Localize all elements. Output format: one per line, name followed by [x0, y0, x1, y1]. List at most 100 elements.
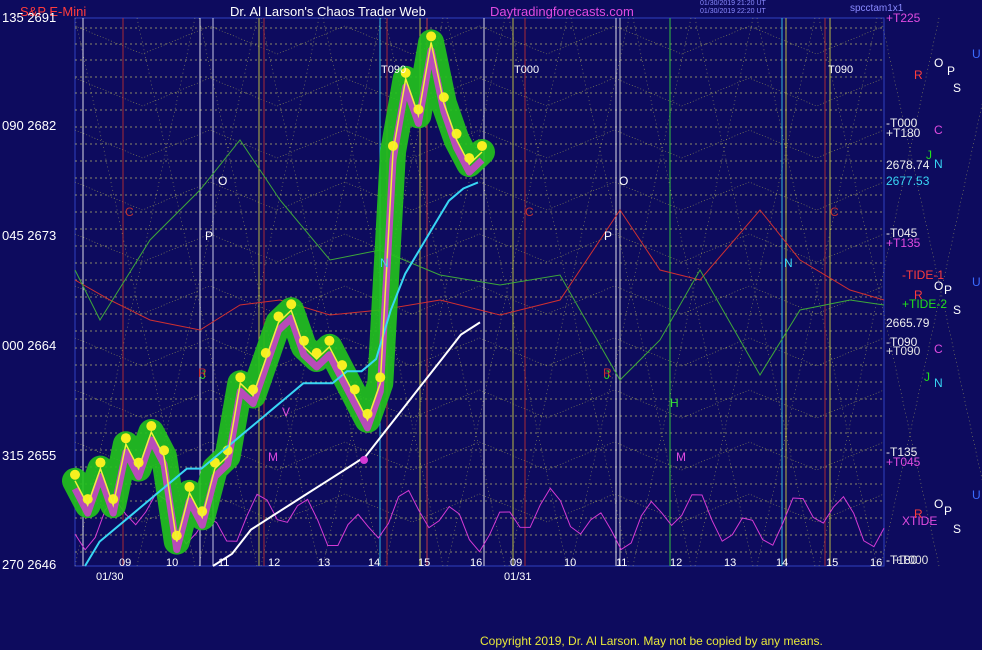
x-tick-label: 01/30	[96, 571, 124, 583]
planet-letter: O	[218, 174, 228, 188]
chart-label-t090b: T090	[828, 64, 854, 76]
right-label-t225: +T225	[886, 11, 921, 25]
zigzag-line	[74, 337, 885, 367]
price-dot	[235, 372, 246, 383]
planet-letter: R	[914, 507, 923, 521]
x-tick-label: 14	[368, 557, 381, 569]
x-tick-label: 12	[670, 557, 683, 569]
zigzag-line	[74, 233, 885, 263]
planet-letter: C	[934, 342, 943, 356]
right-label-t000b: +T000	[894, 553, 929, 567]
right-label-t090b: +T090	[886, 344, 921, 358]
planet-letter: R	[914, 288, 923, 302]
planet-letter: R	[603, 366, 612, 380]
planet-letter: S	[953, 303, 962, 317]
planet-letter: O	[934, 279, 944, 293]
planet-letter: R	[198, 366, 207, 380]
price-dot	[324, 335, 335, 346]
x-tick-label: 16	[470, 557, 483, 569]
site-link[interactable]: Daytradingforecasts.com	[490, 4, 634, 19]
zigzag-line	[74, 441, 885, 471]
planet-letter: N	[934, 376, 943, 390]
planet-letter: V	[282, 405, 291, 419]
y-tick-label: 270 2646	[2, 557, 57, 572]
planet-letter: S	[953, 81, 962, 95]
x-tick-label: 15	[418, 557, 431, 569]
zigzag-line	[74, 389, 885, 419]
planet-letter: C	[830, 205, 839, 219]
flux-line	[880, 103, 982, 567]
price-dot	[146, 421, 157, 432]
x-tick-label: 11	[616, 557, 628, 569]
planet-letter: S	[953, 522, 962, 536]
x-tick-label: 01/31	[504, 571, 532, 583]
x-tick-label: 16	[870, 557, 883, 569]
planet-letter: N	[784, 256, 793, 270]
x-tick-label: 14	[776, 557, 789, 569]
tide2-label: +TIDE-2	[902, 297, 948, 311]
price-b-label: 2677.53	[886, 174, 930, 188]
x-tick-label: 09	[510, 557, 523, 569]
x-tick-label: 12	[268, 557, 281, 569]
planet-letter: P	[944, 504, 953, 518]
timestamp: 01/30/2019 21:20 UT 01/30/2019 22:20 UT	[700, 0, 766, 15]
y-tick-label: 000 2664	[2, 338, 57, 353]
price-a-label: 2678.74	[886, 158, 930, 172]
planet-letter: M	[268, 450, 278, 464]
chart-label-t000: T000	[514, 64, 540, 76]
zigzag-line	[74, 181, 885, 211]
planet-letter: O	[934, 497, 944, 511]
x-tick-label: 13	[318, 557, 331, 569]
x-tick-label: 13	[724, 557, 737, 569]
x-tick-label: 15	[826, 557, 839, 569]
planet-letter: J	[924, 370, 930, 384]
y-tick-label: 045 2673	[2, 228, 57, 243]
planet-letter: N	[380, 256, 389, 270]
right-label-t135: +T135	[886, 236, 921, 250]
planet-letter: U	[972, 488, 981, 502]
price-dot	[70, 469, 80, 480]
planet-letter: P	[205, 229, 214, 243]
planet-letter: P	[944, 283, 953, 297]
price-dot	[184, 481, 195, 492]
planet-letter: C	[525, 205, 534, 219]
flux-line	[880, 17, 982, 481]
planet-letter: R	[914, 68, 923, 82]
planet-letter: H	[670, 396, 679, 410]
chart-label-t090: T090	[381, 64, 407, 76]
price-dot	[477, 140, 487, 151]
y-tick-label: 090 2682	[2, 118, 57, 133]
planet-letter: N	[934, 157, 943, 171]
planet-letter: U	[972, 275, 981, 289]
planet-letter: P	[947, 64, 956, 78]
planet-letter: P	[604, 229, 613, 243]
planet-letter: C	[934, 123, 943, 137]
planet-letter: M	[676, 450, 686, 464]
planet-letter: O	[619, 174, 629, 188]
y-tick-label: 315 2655	[2, 448, 57, 463]
zigzag-line	[74, 77, 885, 107]
planet-letter: C	[125, 205, 134, 219]
price-c-label: 2665.79	[886, 316, 930, 330]
tide2-curve	[74, 139, 885, 381]
price-dot	[95, 457, 106, 468]
chart-title: Dr. Al Larson's Chaos Trader Web	[230, 4, 426, 19]
right-label-t180: +T180	[886, 126, 921, 140]
x-tick-label: 10	[564, 557, 577, 569]
y-tick-label: 135 2691	[2, 10, 57, 25]
pivot-dot	[360, 456, 368, 464]
right-label-t045b: +T045	[886, 455, 921, 469]
x-tick-label: 09	[119, 557, 132, 569]
price-dot	[426, 31, 437, 42]
copyright: Copyright 2019, Dr. Al Larson. May not b…	[480, 634, 823, 648]
price-dot	[120, 433, 131, 444]
x-tick-label: 11	[218, 557, 230, 569]
x-tick-label: 10	[166, 557, 179, 569]
zigzag-line	[74, 25, 885, 55]
chaos-trader-chart	[62, 17, 982, 567]
planet-letter: O	[934, 56, 944, 70]
price-dot	[286, 299, 297, 310]
planet-letter: U	[972, 47, 981, 61]
tide1-curve	[74, 209, 885, 331]
average-line	[84, 181, 479, 567]
